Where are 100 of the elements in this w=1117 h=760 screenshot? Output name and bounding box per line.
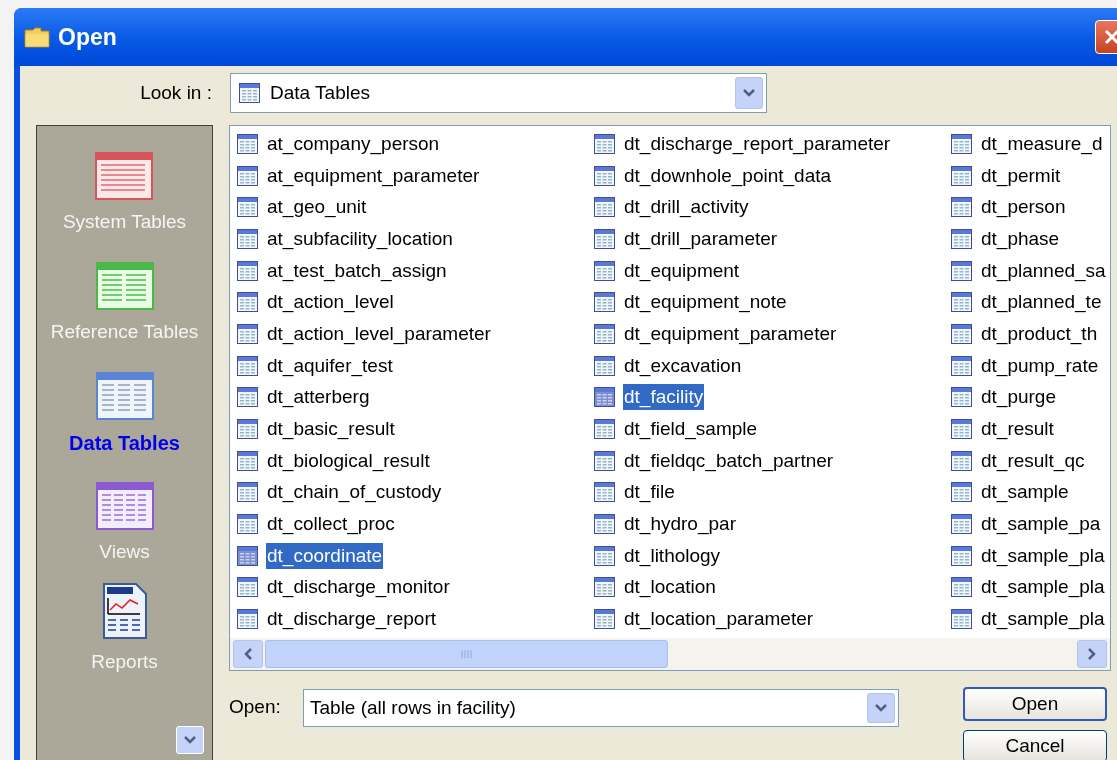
dialog-button[interactable]: Cancel <box>963 730 1107 760</box>
table-icon <box>594 355 615 376</box>
table-icon <box>594 577 615 598</box>
list-item[interactable]: dt_lithology <box>594 539 951 572</box>
list-item[interactable]: dt_phase <box>951 223 1110 255</box>
folder-icon <box>24 26 50 48</box>
list-item[interactable]: dt_planned_sa <box>951 254 1110 287</box>
table-icon <box>237 609 258 630</box>
window-title: Open <box>58 22 117 52</box>
list-item[interactable]: dt_permit <box>951 159 1110 192</box>
list-item[interactable]: dt_location <box>594 571 951 604</box>
dialog-button[interactable]: Open <box>963 687 1107 721</box>
table-icon <box>594 609 615 630</box>
list-item[interactable]: dt_purge <box>951 381 1110 414</box>
table-icon <box>239 83 260 103</box>
sidebar-item[interactable]: Data Tables <box>69 364 180 474</box>
table-icon <box>237 577 258 598</box>
list-item[interactable]: at_company_person <box>237 128 594 160</box>
list-item[interactable]: dt_coordinate <box>237 539 594 572</box>
open-as-dropdown[interactable]: Table (all rows in facility) <box>303 689 899 727</box>
list-item[interactable]: dt_atterberg <box>237 381 594 414</box>
table-icon <box>951 419 972 440</box>
table-icon <box>594 292 615 313</box>
table-icon <box>237 133 258 154</box>
dropdown-arrow-button[interactable] <box>867 693 895 723</box>
table-icon <box>951 514 972 535</box>
list-item[interactable]: dt_sample_pla <box>951 603 1110 635</box>
list-item[interactable]: dt_fieldqc_batch_partner <box>594 444 951 477</box>
list-item[interactable]: dt_equipment_note <box>594 286 951 319</box>
scrollbar-thumb[interactable] <box>265 640 668 668</box>
dropdown-arrow-button[interactable] <box>735 77 763 109</box>
horizontal-scrollbar[interactable] <box>230 638 1110 670</box>
dropdown-value: Table (all rows in facility) <box>310 695 516 720</box>
table-icon <box>594 260 615 281</box>
list-item[interactable]: dt_aquifer_test <box>237 349 594 382</box>
chevron-right-icon <box>1087 647 1097 661</box>
table-icon <box>237 197 258 218</box>
list-item[interactable]: dt_discharge_report_parameter <box>594 128 951 160</box>
list-item[interactable]: dt_collect_proc <box>237 508 594 540</box>
table-icon <box>95 152 154 200</box>
list-item[interactable]: dt_sample <box>951 476 1110 509</box>
list-item[interactable]: dt_result <box>951 413 1110 445</box>
table-icon <box>951 609 972 630</box>
list-item[interactable]: dt_chain_of_custody <box>237 476 594 509</box>
list-item[interactable]: dt_sample_pla <box>951 539 1110 572</box>
chevron-down-icon <box>742 88 756 98</box>
list-item[interactable]: dt_equipment_parameter <box>594 318 951 350</box>
table-icon <box>951 323 972 344</box>
list-item[interactable]: dt_discharge_report <box>237 603 594 635</box>
table-icon <box>237 260 258 281</box>
list-item[interactable]: dt_field_sample <box>594 413 951 445</box>
list-item[interactable]: dt_drill_activity <box>594 191 951 224</box>
table-icon <box>237 419 258 440</box>
list-item[interactable]: dt_measure_d <box>951 128 1110 160</box>
list-item[interactable]: dt_hydro_par <box>594 508 951 540</box>
list-item[interactable]: dt_downhole_point_data <box>594 159 951 192</box>
list-item[interactable]: dt_biological_result <box>237 444 594 477</box>
look-in-dropdown[interactable]: Data Tables <box>230 73 767 113</box>
list-item[interactable]: dt_basic_result <box>237 413 594 445</box>
list-item[interactable]: dt_planned_te <box>951 286 1110 319</box>
chevron-left-icon <box>243 647 253 661</box>
table-icon <box>237 292 258 313</box>
list-item[interactable]: dt_action_level_parameter <box>237 318 594 350</box>
list-item[interactable]: dt_result_qc <box>951 444 1110 477</box>
list-item[interactable]: dt_action_level <box>237 286 594 319</box>
list-item[interactable]: dt_product_th <box>951 318 1110 350</box>
table-icon <box>237 165 258 186</box>
list-item[interactable]: dt_facility <box>594 381 951 414</box>
scroll-down-button[interactable] <box>176 726 204 754</box>
list-item[interactable]: dt_excavation <box>594 349 951 382</box>
chevron-down-icon <box>183 735 197 745</box>
close-icon <box>1103 28 1117 46</box>
list-item[interactable]: dt_equipment <box>594 254 951 287</box>
table-icon <box>95 262 154 310</box>
table-icon <box>951 545 972 566</box>
list-item[interactable]: at_subfacility_location <box>237 223 594 255</box>
look-in-label: Look in : <box>139 80 212 105</box>
scroll-left-button[interactable] <box>233 640 263 668</box>
table-icon <box>594 228 615 249</box>
list-item[interactable]: dt_location_parameter <box>594 603 951 635</box>
list-item[interactable]: at_equipment_parameter <box>237 159 594 192</box>
table-icon <box>951 228 972 249</box>
list-item[interactable]: dt_discharge_monitor <box>237 571 594 604</box>
table-icon <box>594 545 615 566</box>
table-icon <box>237 514 258 535</box>
list-item[interactable]: dt_drill_parameter <box>594 223 951 255</box>
table-icon <box>951 292 972 313</box>
list-item[interactable]: dt_person <box>951 191 1110 224</box>
list-item[interactable]: at_test_batch_assign <box>237 254 594 287</box>
scroll-right-button[interactable] <box>1077 640 1107 668</box>
table-icon <box>237 228 258 249</box>
table-icon <box>951 355 972 376</box>
table-icon <box>951 387 972 408</box>
report-icon <box>101 582 148 640</box>
list-item[interactable]: dt_sample_pa <box>951 508 1110 540</box>
list-item[interactable]: at_geo_unit <box>237 191 594 224</box>
list-item[interactable]: dt_file <box>594 476 951 509</box>
list-item[interactable]: dt_sample_pla <box>951 571 1110 604</box>
list-item[interactable]: dt_pump_rate <box>951 349 1110 382</box>
table-icon <box>951 260 972 281</box>
